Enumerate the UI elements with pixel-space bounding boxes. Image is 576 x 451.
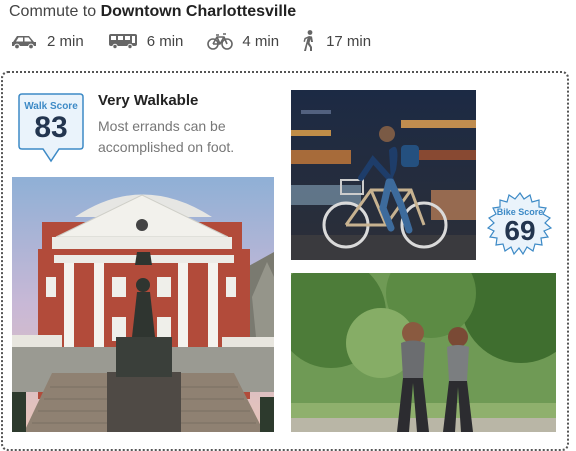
walk-score-heading: Very Walkable xyxy=(98,92,199,109)
car-time: 2 min xyxy=(47,32,84,50)
walk-time: 17 min xyxy=(326,32,372,50)
commute-title: Commute to Downtown Charlottesville xyxy=(9,3,296,21)
commute-mode-bike: 4 min xyxy=(207,32,279,50)
commute-mode-bus: 6 min xyxy=(108,32,184,50)
commute-prefix: Commute to xyxy=(9,3,97,20)
walk-score-value: 83 xyxy=(34,111,68,144)
walk-score-description: Most errands can be accomplished on foot… xyxy=(98,118,235,155)
bike-time: 4 min xyxy=(242,32,280,50)
bus-icon xyxy=(108,34,137,49)
bike-score-badge: Bike Score 69 xyxy=(486,192,554,260)
commute-mode-car: 2 min xyxy=(10,33,84,50)
bike-score-value: 69 xyxy=(504,215,536,246)
walking-person-icon xyxy=(303,30,314,51)
car-icon xyxy=(12,36,36,49)
bus-time: 6 min xyxy=(146,32,184,50)
commute-modes: 2 min 6 min 4 min 17 min xyxy=(10,30,395,52)
commute-destination: Downtown Charlottesville xyxy=(100,3,297,20)
cyclist-photo xyxy=(291,90,476,260)
walk-score-badge: Walk Score 83 xyxy=(18,93,84,163)
commute-mode-walk: 17 min xyxy=(303,30,371,52)
rotunda-photo xyxy=(12,177,274,432)
walkers-photo xyxy=(291,273,556,432)
bicycle-icon xyxy=(207,33,234,50)
